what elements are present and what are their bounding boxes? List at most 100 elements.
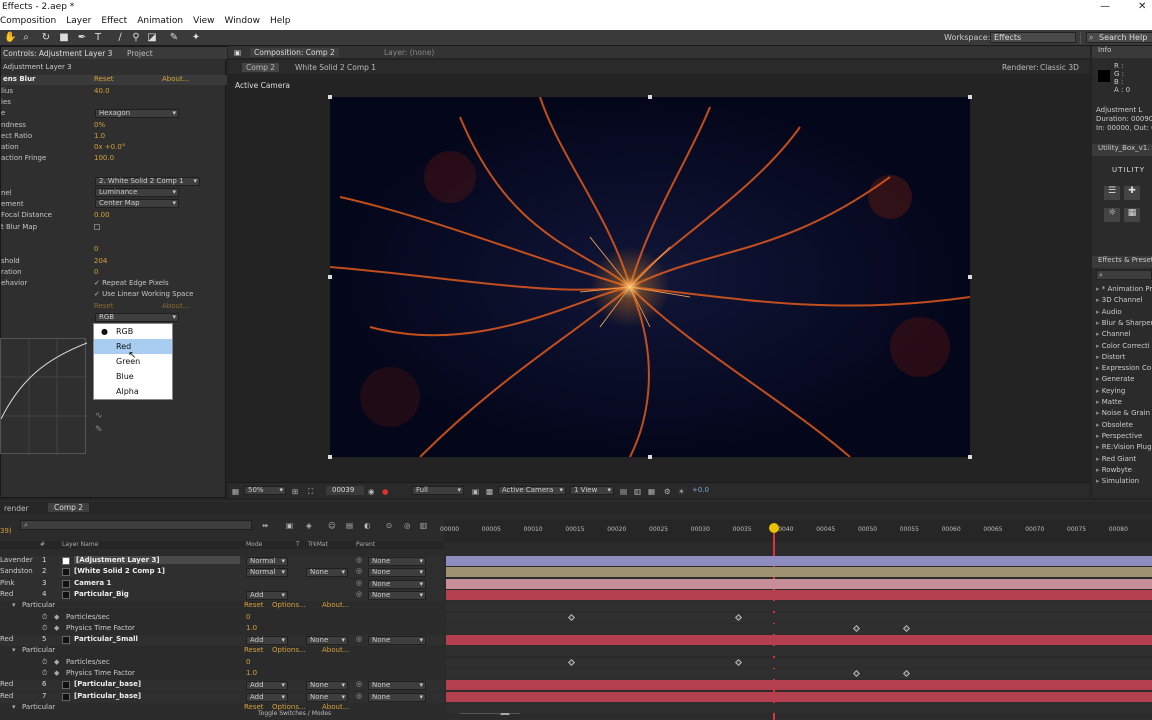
handle[interactable] [328, 275, 332, 279]
property-row[interactable]: ⏱ ◆ Particles/sec 0 [0, 657, 444, 669]
layer-name[interactable]: [White Solid 2 Comp 1] [74, 567, 165, 575]
close-button[interactable]: ✕ [1138, 1, 1146, 12]
menu-window[interactable]: Window [224, 16, 260, 30]
layer-name[interactable]: [Particular_base] [74, 692, 141, 700]
repeat-edge-checkbox[interactable]: ✓ Repeat Edge Pixels [94, 279, 169, 287]
checkbox[interactable] [94, 224, 100, 230]
crumb-comp2[interactable]: Comp 2 [242, 63, 280, 72]
search-help-input[interactable]: Search Help [1086, 32, 1152, 43]
snapshot-icon[interactable]: ◉ [368, 487, 375, 496]
layer-duration-bar[interactable] [446, 567, 1152, 578]
effects-category-item[interactable]: ▸ RE:Vision Plug [1096, 443, 1152, 451]
motion-blur-icon[interactable]: ◐ [364, 521, 371, 530]
handle[interactable] [968, 455, 972, 459]
renderer-value[interactable]: Classic 3D [1040, 63, 1079, 72]
param-value[interactable]: 40.0 [94, 87, 110, 95]
curves-channel-select[interactable]: RGB [95, 313, 179, 322]
rotate-tool-icon[interactable]: ↻ [40, 32, 52, 44]
layer-row[interactable]: Red 5 Particular_Small Add None ◎ None [0, 635, 444, 647]
effects-category-item[interactable]: ▸ Obsolete [1096, 421, 1152, 429]
channel-select[interactable]: Luminance [95, 188, 179, 197]
option-alpha[interactable]: Alpha [94, 384, 172, 399]
layer-row[interactable]: Pink 3 Camera 1 ◎ None [0, 578, 444, 590]
layer-row[interactable]: Red 7 [Particular_base] Add None ◎ None [0, 691, 444, 703]
layer-name[interactable]: Particular_Big [74, 590, 129, 598]
property-track[interactable] [446, 646, 1152, 657]
trkmat-select[interactable]: None [306, 692, 348, 702]
clone-tool-icon[interactable]: ⚲ [130, 32, 142, 44]
effects-category-item[interactable]: ▸ Noise & Grain [1096, 409, 1152, 417]
expand-arrow-icon[interactable]: ▾ [12, 703, 16, 711]
about-link[interactable]: About... [162, 75, 189, 83]
property-row[interactable]: ▾ Particular Reset Options... About... [0, 702, 444, 714]
keyframe-nav-icon[interactable]: ◆ [54, 658, 59, 666]
property-value[interactable]: 1.0 [246, 669, 257, 677]
layer-name[interactable]: [Particular_base] [74, 680, 141, 688]
property-row[interactable]: ⏱ ◆ Particles/sec 0 [0, 612, 444, 624]
param-value[interactable]: 0 [94, 245, 98, 253]
property-track[interactable] [446, 657, 1152, 668]
parent-pickwhip-icon[interactable]: ◎ [356, 635, 362, 643]
stopwatch-icon[interactable]: ⏱ [42, 658, 47, 667]
layer-name[interactable]: Camera 1 [74, 579, 111, 587]
layer-label-color[interactable]: Red [0, 680, 13, 688]
curve-tool-icon[interactable]: ∿ [95, 411, 103, 421]
param-value[interactable]: 204 [94, 257, 107, 265]
param-value[interactable]: 0.00 [94, 211, 110, 219]
parent-pickwhip-icon[interactable]: ◎ [356, 590, 362, 598]
property-row[interactable]: ▾ Particular Reset Options... About... [0, 601, 444, 613]
option-rgb[interactable]: ● RGB [94, 324, 172, 339]
layer-name[interactable]: [Adjustment Layer 3] [74, 556, 240, 564]
keyframe-nav-icon[interactable]: ◆ [54, 669, 59, 677]
current-time[interactable]: 39) [0, 527, 12, 535]
channel-icon[interactable]: ● [382, 487, 389, 496]
roi-icon[interactable]: ▣ [472, 487, 479, 496]
layer-mode-select[interactable]: Add [246, 681, 288, 691]
effects-category-item[interactable]: ▸ * Animation Pr [1096, 285, 1152, 293]
layer-label-color[interactable]: Red [0, 635, 13, 643]
pencil-tool-icon[interactable]: ✎ [95, 425, 103, 435]
zoom-select[interactable]: 50% [244, 486, 286, 495]
parent-pickwhip-icon[interactable]: ◎ [356, 556, 362, 564]
composition-viewer[interactable] [330, 97, 970, 457]
layer-duration-bar[interactable] [446, 635, 1152, 646]
brush-tool-icon[interactable]: ∕ [114, 32, 126, 44]
curves-graph[interactable] [0, 338, 88, 455]
layer-duration-bar[interactable] [446, 556, 1152, 566]
grid-icon[interactable]: ▦ [1124, 208, 1140, 222]
menu-composition[interactable]: Composition [0, 16, 56, 30]
fit-icon[interactable]: ⊞ [292, 487, 298, 496]
layer-row[interactable]: Red 4 Particular_Big Add ◎ None [0, 589, 444, 601]
linear-checkbox[interactable]: ✓ Use Linear Working Space [94, 290, 193, 298]
effects-category-item[interactable]: ▸ Distort [1096, 353, 1152, 361]
handle[interactable] [968, 275, 972, 279]
layer-label-color[interactable]: Red [0, 692, 13, 700]
effect-options-link[interactable]: Options... [272, 646, 306, 654]
puppet-tool-icon[interactable]: ✦ [190, 32, 202, 44]
ripple-icon[interactable]: ⇹ [262, 521, 268, 530]
keyframe-nav-icon[interactable]: ◆ [54, 613, 59, 621]
frame-blend-icon[interactable]: ▤ [346, 521, 353, 530]
pen-tool-icon[interactable]: ✒ [76, 32, 88, 44]
layer-duration-bar[interactable] [446, 691, 1152, 702]
parent-select[interactable]: None [368, 636, 426, 646]
parent-select[interactable]: None [368, 692, 426, 702]
quality-select[interactable]: Full [412, 486, 464, 495]
effect-options-link[interactable]: Options... [272, 601, 306, 609]
time-ruler[interactable]: 00000 00005 00010 00015 00020 00025 00030 00035… [440, 520, 1152, 542]
camera-select[interactable]: Active Camera [498, 486, 566, 495]
parent-pickwhip-icon[interactable]: ◎ [356, 579, 362, 587]
tab-project[interactable]: Project [127, 49, 153, 58]
effects-category-item[interactable]: ▸ Audio [1096, 308, 1152, 316]
param-value[interactable]: 1.0 [94, 132, 105, 140]
layer-label-color[interactable]: Pink [0, 579, 15, 587]
toggle-pixel-icon[interactable]: ▤ [620, 487, 627, 496]
layer-duration-bar[interactable] [446, 589, 1152, 600]
handle[interactable] [648, 455, 652, 459]
zoom-tool-icon[interactable]: ⌕ [20, 32, 32, 44]
flowchart-icon[interactable]: ⚙ [664, 487, 671, 496]
layer-name[interactable]: Particular_Small [74, 635, 138, 643]
layer-mode-select[interactable]: Add [246, 636, 288, 646]
blur-map-layer-select[interactable]: 2. White Solid 2 Comp 1 [95, 177, 200, 186]
lock-icon[interactable]: ▥ [420, 521, 427, 530]
